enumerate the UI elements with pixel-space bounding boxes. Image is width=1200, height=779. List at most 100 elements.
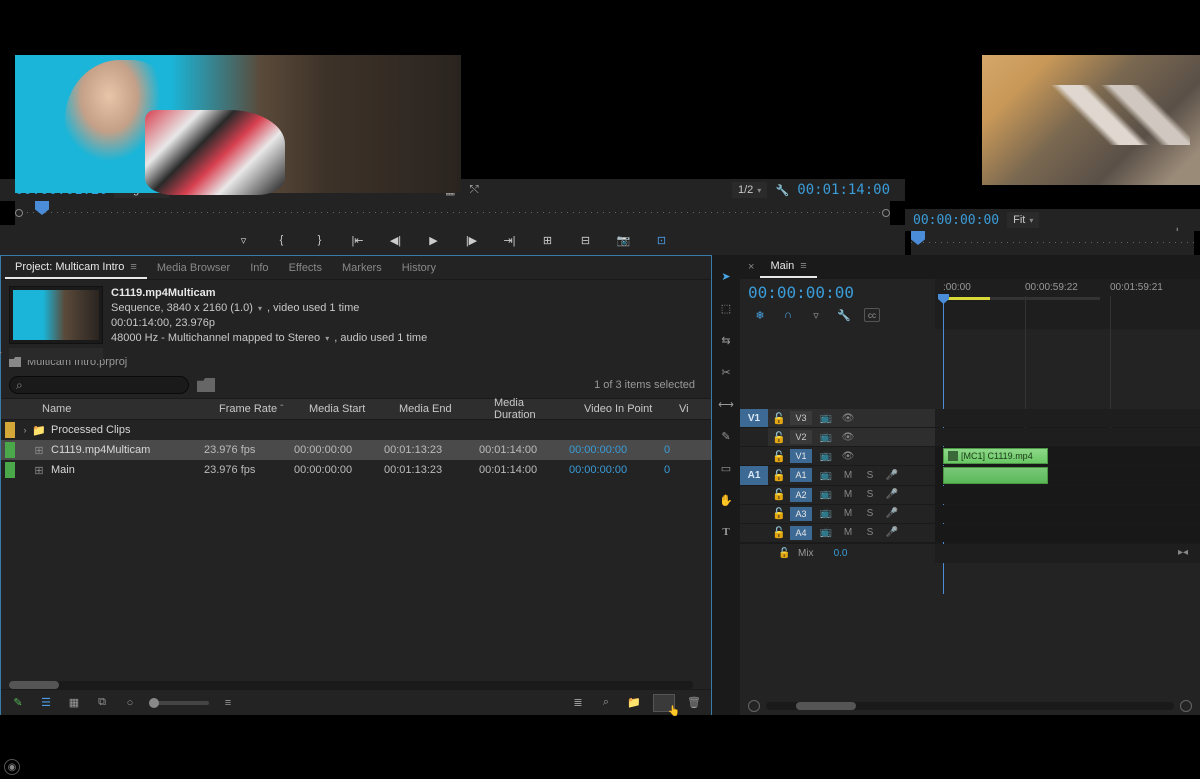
source-patch[interactable] <box>740 447 768 465</box>
col-video-in[interactable]: Video In Point <box>576 403 671 415</box>
track-lane[interactable]: [MC1] C1119.mp4 <box>935 447 1200 465</box>
source-patch[interactable] <box>740 486 768 504</box>
mix-lock-icon[interactable]: 🔓 <box>778 548 790 559</box>
col-name[interactable]: Name <box>6 403 211 415</box>
program-scrub-ruler[interactable] <box>911 231 1194 255</box>
track-target[interactable]: A2 <box>790 488 812 502</box>
label-swatch[interactable] <box>5 422 15 438</box>
freeform-view-icon[interactable]: ⧉ <box>93 695 111 711</box>
find-icon[interactable]: ⌕ <box>597 695 615 711</box>
lock-icon[interactable]: 🔓 <box>772 469 784 482</box>
source-patch[interactable] <box>740 505 768 523</box>
insert-overwrite-icon[interactable]: ⤲ <box>465 183 483 197</box>
new-bin-icon[interactable]: 📁 <box>625 695 643 711</box>
col-media-start[interactable]: Media Start <box>301 403 391 415</box>
project-breadcrumb[interactable]: Multicam Intro.prproj <box>1 352 711 372</box>
track-target[interactable]: V3 <box>790 411 812 425</box>
eye-toggle[interactable]: 👁 <box>840 411 856 425</box>
captions-icon[interactable]: cc <box>864 308 880 322</box>
sync-lock-icon[interactable]: 📺 <box>818 488 834 502</box>
track-target[interactable]: V2 <box>790 430 812 444</box>
zoom-scrollbar[interactable] <box>766 702 1174 710</box>
solo-toggle[interactable]: S <box>862 526 878 540</box>
clip-thumbnail[interactable] <box>9 286 103 344</box>
col-video-out[interactable]: Vi <box>671 403 711 415</box>
track-target[interactable]: A1 <box>790 468 812 482</box>
voice-toggle[interactable]: 🎤 <box>884 507 900 521</box>
lock-icon[interactable]: 🔓 <box>772 488 784 501</box>
snap-icon[interactable]: ❄ <box>752 308 768 322</box>
go-to-out-button[interactable]: ⇥| <box>500 231 520 249</box>
thumbnail-scrubber[interactable] <box>9 348 103 360</box>
add-marker-icon[interactable]: ▿ <box>808 308 824 322</box>
selection-tool-icon[interactable]: ➤ <box>717 267 735 285</box>
close-sequence-icon[interactable]: × <box>748 261 754 273</box>
slip-tool-icon[interactable]: ⟷ <box>717 395 735 413</box>
track-target[interactable]: V1 <box>790 449 812 463</box>
horizontal-scrollbar[interactable] <box>9 681 693 689</box>
scrub-start-dot[interactable] <box>15 209 23 217</box>
lock-icon[interactable]: 🔓 <box>772 412 784 425</box>
overwrite-button[interactable]: ⊟ <box>576 231 596 249</box>
timeline-timecode[interactable]: 00:00:00:00 <box>748 283 854 302</box>
program-playhead[interactable] <box>911 231 925 245</box>
mark-out-button[interactable]: } <box>310 231 330 249</box>
tab-info[interactable]: Info <box>240 258 278 278</box>
source-patch[interactable] <box>740 428 768 446</box>
lock-icon[interactable]: 🔓 <box>772 507 784 520</box>
razor-tool-icon[interactable]: ✂ <box>717 363 735 381</box>
new-item-button[interactable] <box>653 694 675 712</box>
source-scrub-ruler[interactable] <box>15 201 890 225</box>
new-bin-from-search-icon[interactable] <box>197 378 215 392</box>
track-lane[interactable] <box>935 466 1200 484</box>
ripple-edit-tool-icon[interactable]: ⇆ <box>717 331 735 349</box>
source-patch[interactable] <box>740 524 768 542</box>
track-lane[interactable] <box>935 505 1200 523</box>
mark-in-button[interactable]: { <box>272 231 292 249</box>
source-video-frame[interactable] <box>0 55 905 179</box>
sync-lock-icon[interactable]: 📺 <box>818 526 834 540</box>
track-lane[interactable] <box>935 486 1200 504</box>
tab-effects[interactable]: Effects <box>279 258 332 278</box>
trash-icon[interactable]: 🗑 <box>685 695 703 711</box>
zoom-out-handle[interactable] <box>748 700 760 712</box>
track-select-tool-icon[interactable]: ⬚ <box>717 299 735 317</box>
scrub-end-dot[interactable] <box>882 209 890 217</box>
mute-toggle[interactable]: M <box>840 507 856 521</box>
timeline-ruler-area[interactable]: :00:00 00:00:59:22 00:01:59:21 <box>935 279 1200 329</box>
tab-history[interactable]: History <box>392 258 446 278</box>
source-patch[interactable]: V1 <box>740 409 768 427</box>
sync-lock-icon[interactable]: 📺 <box>818 468 834 482</box>
source-playhead[interactable] <box>35 201 49 215</box>
program-timecode[interactable]: 00:00:00:00 <box>913 213 999 228</box>
project-row[interactable]: ⊞ C1119.mp4Multicam 23.976 fps 00:00:00:… <box>1 440 711 460</box>
sync-lock-icon[interactable]: 📺 <box>818 507 834 521</box>
track-lane[interactable] <box>935 524 1200 542</box>
linked-selection-icon[interactable]: ∩ <box>780 308 796 322</box>
write-clip-icon[interactable]: ✎ <box>9 695 27 711</box>
play-button[interactable]: ▶ <box>424 231 444 249</box>
voice-toggle[interactable]: 🎤 <box>884 526 900 540</box>
icon-view-icon[interactable]: ▦ <box>65 695 83 711</box>
zoom-in-handle[interactable] <box>1180 700 1192 712</box>
track-target[interactable]: A3 <box>790 507 812 521</box>
sort-icon[interactable]: ≡ <box>219 695 237 711</box>
step-forward-button[interactable]: |▶ <box>462 231 482 249</box>
search-input[interactable] <box>9 376 189 394</box>
timeline-clip[interactable]: [MC1] C1119.mp4 <box>943 448 1048 464</box>
tab-markers[interactable]: Markers <box>332 258 392 278</box>
track-lane[interactable] <box>935 428 1200 446</box>
col-media-end[interactable]: Media End <box>391 403 486 415</box>
mute-toggle[interactable]: M <box>840 488 856 502</box>
label-swatch[interactable] <box>5 462 15 478</box>
project-row[interactable]: ⊞ Main 23.976 fps 00:00:00:00 00:01:13:2… <box>1 460 711 480</box>
step-back-button[interactable]: ◀| <box>386 231 406 249</box>
work-area-bar[interactable] <box>943 297 1100 300</box>
voice-toggle[interactable]: 🎤 <box>884 468 900 482</box>
track-lane[interactable] <box>935 409 1200 427</box>
eye-toggle[interactable]: 👁 <box>840 430 856 444</box>
go-to-in-button[interactable]: |⇤ <box>348 231 368 249</box>
solo-toggle[interactable]: S <box>862 507 878 521</box>
zoom-knob-icon[interactable]: ○ <box>121 695 139 711</box>
lock-icon[interactable]: 🔓 <box>772 431 784 444</box>
